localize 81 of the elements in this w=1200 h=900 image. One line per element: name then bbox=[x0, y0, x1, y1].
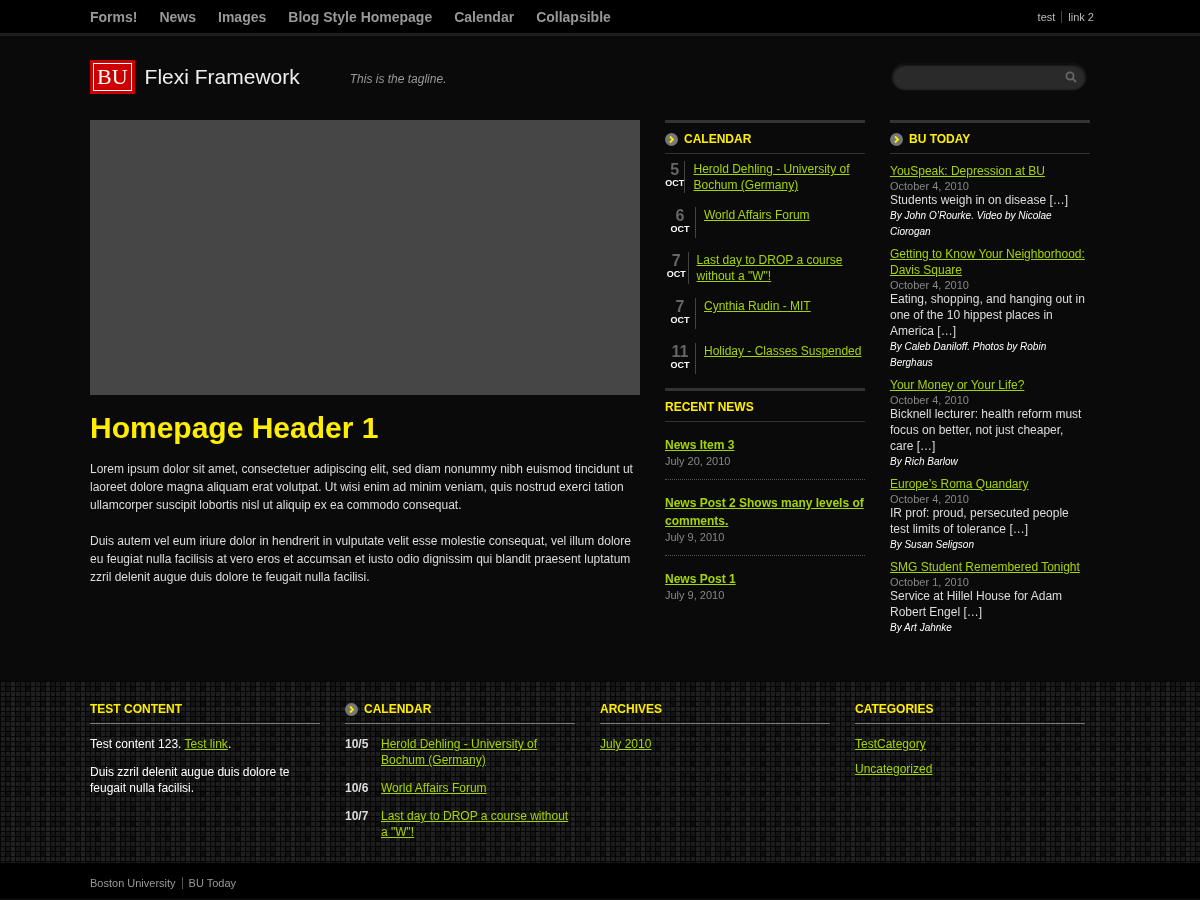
event-day: 7 bbox=[675, 298, 685, 315]
story-link[interactable]: Your Money or Your Life? bbox=[890, 377, 1090, 393]
archive-link[interactable]: July 2010 bbox=[600, 736, 830, 752]
story-summary: Bicknell lecturer: health reform must focus on better, not just cheaper, care […] bbox=[890, 406, 1083, 454]
story-byline: By Art Jahnke bbox=[890, 621, 953, 635]
section-title: CATEGORIES bbox=[855, 702, 934, 716]
search-icon[interactable] bbox=[1065, 71, 1077, 83]
story-date: October 4, 2010 bbox=[890, 180, 970, 192]
story-date: October 4, 2010 bbox=[890, 493, 970, 505]
story-byline: By John O’Rourke. Video by Nicolae Ciorogan bbox=[890, 209, 1053, 239]
event-day: 11 bbox=[671, 343, 689, 360]
news-link[interactable]: News Post 2 Shows many levels of comments. bbox=[665, 494, 865, 530]
event-date: 10/5 bbox=[345, 736, 370, 753]
story-link[interactable]: SMG Student Remembered Tonight bbox=[890, 559, 1090, 575]
story-link[interactable]: YouSpeak: Depression at BU bbox=[890, 163, 1090, 179]
story-byline: By Rich Barlow bbox=[890, 455, 959, 469]
story-byline: By Caleb Daniloff. Photos by Robin Berghaus bbox=[890, 340, 1048, 370]
story-byline: By Susan Seligson bbox=[890, 538, 975, 552]
event-date: 10/6 bbox=[345, 780, 370, 796]
event-link[interactable]: Last day to DROP a course without a "W"! bbox=[696, 252, 865, 284]
news-date: July 20, 2010 bbox=[665, 455, 732, 467]
footer-link[interactable]: BU Today bbox=[181, 877, 243, 889]
nav-link[interactable]: Blog Style Homepage bbox=[288, 8, 433, 25]
news-link[interactable]: News Post 1 bbox=[665, 570, 865, 588]
news-date: July 9, 2010 bbox=[665, 589, 726, 601]
tagline: This is the tagline. bbox=[349, 72, 447, 86]
event-link[interactable]: Herold Dehling - University of Bochum (Germany) bbox=[381, 736, 575, 768]
section-title: TEST CONTENT bbox=[90, 702, 182, 716]
test-text: Test content 123. Test link. bbox=[90, 736, 233, 752]
site-name[interactable]: Flexi Framework bbox=[144, 65, 300, 89]
story-summary: IR prof: proud, persecuted people test limits of tolerance […] bbox=[890, 505, 1070, 537]
section-title: ARCHIVES bbox=[600, 702, 662, 716]
nav-link[interactable]: Forms! bbox=[90, 8, 138, 25]
event-link[interactable]: Herold Dehling - University of Bochum (Germany) bbox=[693, 161, 865, 193]
story-link[interactable]: Europe’s Roma Quandary bbox=[890, 476, 1090, 492]
test-link[interactable]: Test link bbox=[184, 737, 228, 751]
story-summary: Eating, shopping, and hanging out in one of the 10 hippest places in America […] bbox=[890, 291, 1086, 339]
event-month: OCT bbox=[665, 178, 685, 188]
chevron-circle-icon bbox=[665, 132, 678, 146]
event-link[interactable]: Holiday - Classes Suspended bbox=[704, 343, 862, 374]
category-link[interactable]: Uncategorized bbox=[855, 761, 1085, 777]
event-month: OCT bbox=[666, 269, 686, 279]
chevron-circle-icon bbox=[890, 132, 903, 146]
section-title: CALENDAR bbox=[684, 132, 752, 146]
story-date: October 4, 2010 bbox=[890, 394, 970, 406]
logo-mark[interactable]: BU bbox=[90, 60, 135, 94]
nav-link[interactable]: Collapsible bbox=[536, 8, 611, 25]
story-date: October 4, 2010 bbox=[890, 279, 970, 291]
event-month: OCT bbox=[670, 360, 690, 370]
body-paragraph: Lorem ipsum dolor sit amet, consectetuer adipiscing elit, sed diam nonummy nibh euismod tincidunt ut laoreet dolore magna aliquam erat volutpat. Ut wisi enim ad minim veniam, quis nostrud exerci tation ullamcorper suscipit lobortis nisl ut aliquip ex ea commodo consequat. bbox=[90, 461, 634, 514]
footer-paragraph: Duis zzril delenit augue duis dolore te feugait nulla facilisi. bbox=[90, 764, 291, 796]
event-date: 10/7 bbox=[345, 808, 370, 825]
event-link[interactable]: World Affairs Forum bbox=[381, 780, 487, 796]
event-link[interactable]: World Affairs Forum bbox=[704, 207, 810, 238]
news-date: July 9, 2010 bbox=[665, 531, 726, 543]
section-title: BU TODAY bbox=[909, 132, 971, 146]
body-paragraph: Duis autem vel eum iriure dolor in hendrerit in vulputate velit esse molestie consequat, vel illum dolore eu feugiat nulla facilisis at vero eros et accumsan et iusto odio dignissim qui blandit praesent luptatum zzril delenit augue duis dolore te feugait nulla facilisi. bbox=[90, 533, 632, 586]
section-title: CALENDAR bbox=[364, 702, 432, 716]
story-summary: Service at Hillel House for Adam Robert Engel […] bbox=[890, 588, 1064, 620]
chevron-circle-icon bbox=[345, 702, 358, 716]
event-link[interactable]: Last day to DROP a course without a "W"! bbox=[381, 808, 575, 840]
event-day: 7 bbox=[671, 252, 681, 269]
story-summary: Students weigh in on disease […] bbox=[890, 192, 1070, 208]
event-day: 6 bbox=[675, 207, 685, 224]
footer-link[interactable]: Boston University bbox=[90, 877, 182, 889]
event-link[interactable]: Cynthia Rudin - MIT bbox=[704, 298, 811, 329]
section-title: RECENT NEWS bbox=[665, 400, 754, 414]
utility-link[interactable]: link 2 bbox=[1061, 10, 1100, 23]
story-date: October 1, 2010 bbox=[890, 576, 970, 588]
event-month: OCT bbox=[670, 224, 690, 234]
news-link[interactable]: News Item 3 bbox=[665, 436, 865, 454]
utility-link[interactable]: test bbox=[1031, 10, 1062, 23]
event-month: OCT bbox=[670, 315, 690, 325]
nav-link[interactable]: Images bbox=[218, 8, 267, 25]
nav-link[interactable]: News bbox=[159, 8, 197, 25]
nav-link[interactable]: Calendar bbox=[454, 8, 515, 25]
story-link[interactable]: Getting to Know Your Neighborhood: Davis Square bbox=[890, 246, 1090, 278]
event-day: 5 bbox=[670, 161, 680, 178]
category-link[interactable]: TestCategory bbox=[855, 736, 1085, 752]
search-field[interactable] bbox=[891, 63, 1087, 91]
page-heading: Homepage Header 1 bbox=[90, 410, 380, 446]
